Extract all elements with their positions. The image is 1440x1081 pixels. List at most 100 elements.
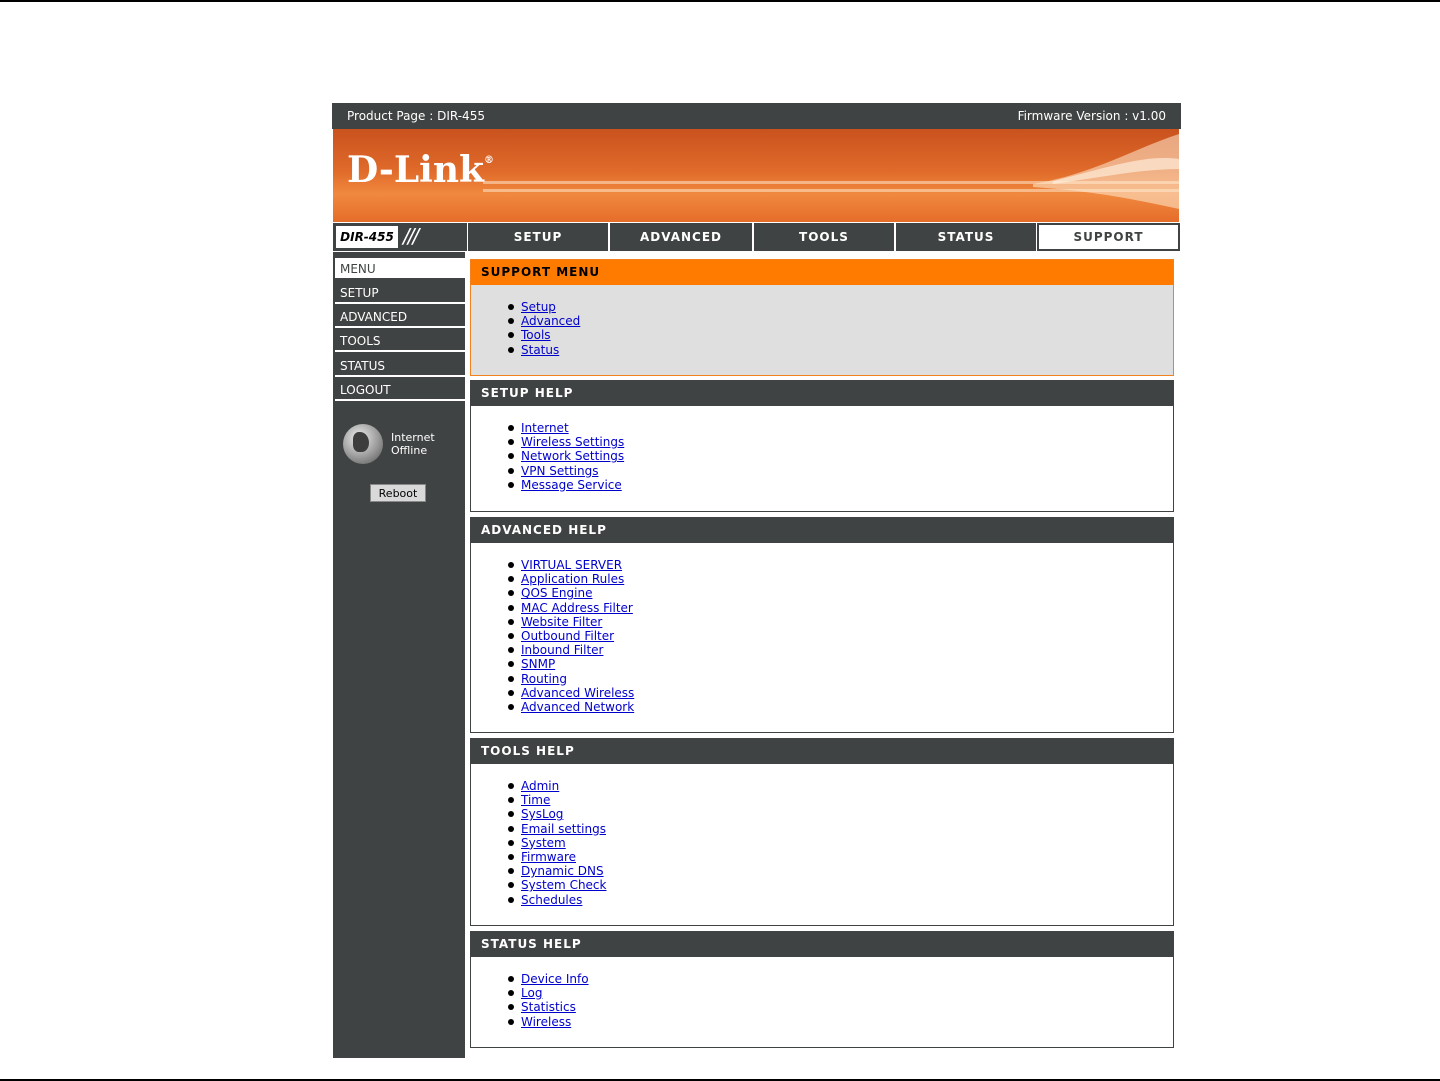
link-wireless-settings[interactable]: Wireless Settings bbox=[521, 435, 624, 449]
link-device-info[interactable]: Device Info bbox=[521, 972, 589, 986]
link-statistics[interactable]: Statistics bbox=[521, 1000, 576, 1014]
sidebar: MENU SETUP ADVANCED TOOLS STATUS LOGOUT … bbox=[333, 252, 465, 1058]
main-nav: DIR-455 /// SETUP ADVANCED TOOLS STATUS … bbox=[332, 223, 1181, 252]
tools-help-title: TOOLS HELP bbox=[471, 739, 1173, 764]
list-item: Message Service bbox=[507, 478, 624, 492]
model-decoration: /// bbox=[403, 224, 419, 248]
tab-tools[interactable]: TOOLS bbox=[754, 223, 894, 251]
link-status[interactable]: Status bbox=[521, 343, 559, 357]
link-mac-address-filter[interactable]: MAC Address Filter bbox=[521, 601, 633, 615]
list-item: Internet bbox=[507, 421, 624, 435]
link-application-rules[interactable]: Application Rules bbox=[521, 572, 624, 586]
link-advanced[interactable]: Advanced bbox=[521, 314, 580, 328]
globe-icon bbox=[343, 424, 383, 464]
internet-status: Internet Offline bbox=[391, 431, 435, 457]
list-item: Statistics bbox=[508, 1000, 589, 1014]
link-schedules[interactable]: Schedules bbox=[521, 893, 582, 907]
link-snmp[interactable]: SNMP bbox=[521, 657, 555, 671]
link-qos-engine[interactable]: QOS Engine bbox=[521, 586, 592, 600]
support-menu-list: Setup Advanced Tools Status bbox=[507, 300, 580, 357]
advanced-help-list: VIRTUAL SERVER Application Rules QOS Eng… bbox=[507, 558, 634, 714]
top-info-bar: Product Page : DIR-455 Firmware Version … bbox=[332, 103, 1181, 129]
tools-help-list: Admin Time SysLog Email settings System … bbox=[507, 779, 606, 907]
tab-support[interactable]: SUPPORT bbox=[1037, 223, 1180, 251]
list-item: Inbound Filter bbox=[507, 643, 634, 657]
link-virtual-server[interactable]: VIRTUAL SERVER bbox=[521, 558, 622, 572]
tools-help-panel: TOOLS HELP Admin Time SysLog Email setti… bbox=[470, 738, 1174, 926]
list-item: Tools bbox=[507, 328, 580, 342]
setup-help-list: Internet Wireless Settings Network Setti… bbox=[507, 421, 624, 492]
list-item: MAC Address Filter bbox=[507, 601, 634, 615]
link-wireless[interactable]: Wireless bbox=[521, 1015, 571, 1029]
list-item: Admin bbox=[507, 779, 606, 793]
link-admin[interactable]: Admin bbox=[521, 779, 559, 793]
reboot-button[interactable]: Reboot bbox=[370, 484, 426, 502]
tab-status[interactable]: STATUS bbox=[896, 223, 1036, 251]
list-item: Advanced Network bbox=[507, 700, 634, 714]
link-dynamic-dns[interactable]: Dynamic DNS bbox=[521, 864, 604, 878]
setup-help-title: SETUP HELP bbox=[471, 381, 1173, 406]
list-item: Website Filter bbox=[507, 615, 634, 629]
list-item: Firmware bbox=[507, 850, 606, 864]
sidebar-item-menu[interactable]: MENU bbox=[335, 258, 465, 280]
list-item: Advanced Wireless bbox=[507, 686, 634, 700]
link-vpn-settings[interactable]: VPN Settings bbox=[521, 464, 598, 478]
link-outbound-filter[interactable]: Outbound Filter bbox=[521, 629, 614, 643]
link-inbound-filter[interactable]: Inbound Filter bbox=[521, 643, 603, 657]
list-item: Wireless bbox=[508, 1015, 589, 1029]
link-firmware[interactable]: Firmware bbox=[521, 850, 576, 864]
model-badge: DIR-455 /// bbox=[333, 223, 467, 251]
link-network-settings[interactable]: Network Settings bbox=[521, 449, 624, 463]
list-item: System bbox=[507, 836, 606, 850]
list-item: Setup bbox=[507, 300, 580, 314]
dlink-logo: D-Link® bbox=[347, 149, 494, 191]
sidebar-item-setup[interactable]: SETUP bbox=[335, 282, 465, 304]
link-routing[interactable]: Routing bbox=[521, 672, 567, 686]
setup-help-panel: SETUP HELP Internet Wireless Settings Ne… bbox=[470, 380, 1174, 512]
list-item: VPN Settings bbox=[507, 464, 624, 478]
firmware-version-label: Firmware Version : v1.00 bbox=[1017, 109, 1166, 123]
list-item: Dynamic DNS bbox=[507, 864, 606, 878]
sidebar-item-advanced[interactable]: ADVANCED bbox=[335, 306, 465, 328]
status-help-panel: STATUS HELP Device Info Log Statistics W… bbox=[470, 931, 1174, 1048]
model-name: DIR-455 bbox=[336, 226, 398, 248]
internet-state: Offline bbox=[391, 444, 428, 457]
list-item: Outbound Filter bbox=[507, 629, 634, 643]
sidebar-item-status[interactable]: STATUS bbox=[335, 355, 465, 377]
link-advanced-network[interactable]: Advanced Network bbox=[521, 700, 634, 714]
list-item: Application Rules bbox=[507, 572, 634, 586]
internet-label: Internet bbox=[391, 431, 435, 444]
link-message-service[interactable]: Message Service bbox=[521, 478, 622, 492]
link-system[interactable]: System bbox=[521, 836, 566, 850]
tab-setup[interactable]: SETUP bbox=[468, 223, 608, 251]
list-item: VIRTUAL SERVER bbox=[507, 558, 634, 572]
sidebar-item-logout[interactable]: LOGOUT bbox=[335, 379, 465, 401]
router-page: Product Page : DIR-455 Firmware Version … bbox=[332, 103, 1181, 1058]
sidebar-item-tools[interactable]: TOOLS bbox=[335, 330, 465, 352]
link-internet[interactable]: Internet bbox=[521, 421, 569, 435]
advanced-help-title: ADVANCED HELP bbox=[471, 518, 1173, 543]
link-website-filter[interactable]: Website Filter bbox=[521, 615, 602, 629]
link-email-settings[interactable]: Email settings bbox=[521, 822, 606, 836]
list-item: Email settings bbox=[507, 822, 606, 836]
banner-swoosh bbox=[1033, 134, 1179, 209]
product-page-label: Product Page : DIR-455 bbox=[347, 109, 485, 123]
status-help-title: STATUS HELP bbox=[471, 932, 1173, 957]
link-time[interactable]: Time bbox=[521, 793, 550, 807]
link-syslog[interactable]: SysLog bbox=[521, 807, 563, 821]
advanced-help-panel: ADVANCED HELP VIRTUAL SERVER Application… bbox=[470, 517, 1174, 733]
list-item: SysLog bbox=[507, 807, 606, 821]
status-help-list: Device Info Log Statistics Wireless bbox=[508, 972, 589, 1029]
list-item: Schedules bbox=[507, 893, 606, 907]
link-system-check[interactable]: System Check bbox=[521, 878, 606, 892]
link-log[interactable]: Log bbox=[521, 986, 542, 1000]
link-tools[interactable]: Tools bbox=[521, 328, 551, 342]
list-item: Advanced bbox=[507, 314, 580, 328]
list-item: Network Settings bbox=[507, 449, 624, 463]
link-advanced-wireless[interactable]: Advanced Wireless bbox=[521, 686, 634, 700]
list-item: Device Info bbox=[508, 972, 589, 986]
tab-advanced[interactable]: ADVANCED bbox=[610, 223, 752, 251]
link-setup[interactable]: Setup bbox=[521, 300, 556, 314]
list-item: SNMP bbox=[507, 657, 634, 671]
list-item: QOS Engine bbox=[507, 586, 634, 600]
